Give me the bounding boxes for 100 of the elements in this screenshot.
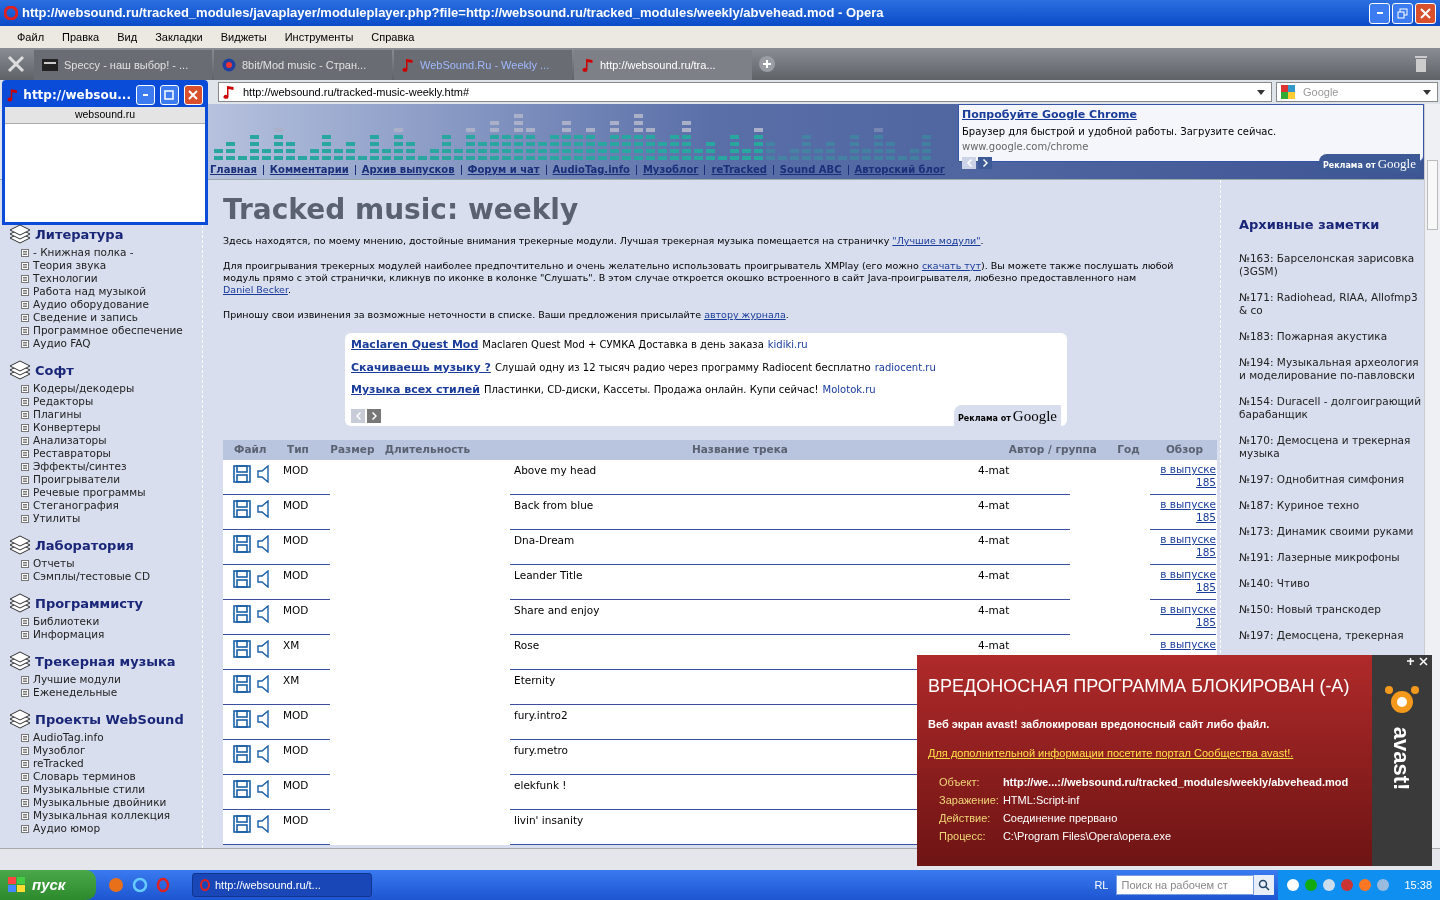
start-button[interactable]: пуск	[0, 870, 96, 900]
list-bullet-icon	[21, 300, 29, 309]
archive-link[interactable]: №150: Новый транскодер	[1239, 603, 1424, 616]
archive-link[interactable]: №170: Демосцена и трекерная музыка	[1239, 434, 1424, 460]
nav-link[interactable]: Главная	[210, 162, 257, 177]
maximize-button[interactable]	[1392, 2, 1413, 24]
section-heading[interactable]: Литература	[35, 225, 124, 245]
speaker-icon[interactable]	[257, 710, 269, 728]
previous-button[interactable]	[962, 157, 976, 170]
archive-link[interactable]: №197: Демосцена, трекерная	[1239, 629, 1424, 642]
text-link[interactable]: Daniel Becker	[223, 284, 288, 295]
speaker-icon[interactable]	[257, 500, 269, 518]
close-icon	[1420, 7, 1431, 19]
browser-tab[interactable]: 8bit/Mod music - Стран...	[214, 50, 392, 80]
tools-icon[interactable]	[6, 54, 26, 74]
minimize-button[interactable]	[1369, 2, 1390, 24]
section-heading[interactable]: Софт	[35, 361, 74, 381]
review-link[interactable]: 185	[1195, 616, 1216, 629]
maximize-button[interactable]	[159, 85, 179, 105]
section-heading[interactable]: Программисту	[35, 594, 144, 614]
table-cell-text: MOD	[283, 778, 309, 793]
trash-icon[interactable]	[1414, 55, 1428, 73]
browser-tab[interactable]: Speccy - наш выбор! - ...	[34, 50, 212, 80]
review-link[interactable]: 185	[1195, 511, 1216, 524]
section-heading[interactable]: Лаборатория	[35, 536, 134, 556]
ad-site-link[interactable]: radiocent.ru	[874, 359, 936, 375]
address-field[interactable]: http://websound.ru/tracked-music-weekly.htm#	[218, 82, 1272, 102]
text-link[interactable]: автору журнала	[704, 309, 786, 320]
ad-title-link[interactable]: Попробуйте Google Chrome	[962, 107, 1420, 124]
menu-item[interactable]: Инструменты	[275, 28, 363, 46]
nav-link[interactable]: Комментарии	[269, 162, 349, 177]
avast-brand: avast!	[1388, 726, 1416, 791]
review-link[interactable]: 185	[1195, 476, 1216, 489]
desktop-search-field[interactable]: Поиск на рабочем ст	[1116, 875, 1255, 895]
review-link[interactable]: в выпуске	[1160, 603, 1216, 616]
tray-icon[interactable]	[1286, 878, 1301, 892]
close-button[interactable]	[183, 85, 203, 105]
speaker-icon[interactable]	[257, 465, 269, 483]
browser-tab[interactable]: http://websound.ru/tra...	[574, 50, 752, 80]
menu-item[interactable]: Закладки	[146, 28, 212, 46]
close-icon[interactable]	[1419, 657, 1428, 666]
ad-site-link[interactable]: Molotok.ru	[822, 382, 876, 397]
archive-link[interactable]: №140: Чтиво	[1239, 577, 1424, 590]
ad-title-link[interactable]: Скачиваешь музыку ?	[351, 359, 491, 376]
speaker-icon[interactable]	[257, 780, 269, 798]
column-header: Год	[1116, 442, 1141, 458]
speaker-icon[interactable]	[257, 675, 269, 693]
nav-link[interactable]: Архив выпусков	[361, 162, 455, 177]
archive-link[interactable]: №163: Барселонская зарисовка (3GSM)	[1239, 252, 1424, 278]
review-link[interactable]: в выпуске	[1160, 533, 1216, 546]
menu-item[interactable]: Справка	[362, 28, 424, 46]
ad-site-link[interactable]: kidiki.ru	[767, 337, 808, 352]
speaker-icon[interactable]	[257, 535, 269, 553]
minimize-button[interactable]	[135, 85, 155, 105]
archive-link[interactable]: №183: Пожарная акустика	[1239, 330, 1424, 343]
speaker-icon[interactable]	[257, 570, 269, 588]
close-button[interactable]	[1415, 2, 1436, 24]
mini-window-title: http://websou...	[23, 87, 131, 104]
archive-link[interactable]: №171: Radiohead, RIAA, Allofmp3 & co	[1239, 291, 1424, 317]
review-link[interactable]: в выпуске	[1160, 463, 1216, 476]
taskbar-task[interactable]: http://websound.ru/t...	[192, 873, 372, 897]
windows-logo-icon	[8, 877, 26, 893]
search-button[interactable]	[1254, 875, 1275, 895]
language-indicator[interactable]: RL	[1094, 876, 1109, 894]
next-button[interactable]	[367, 408, 381, 423]
text-link[interactable]: скачать тут	[921, 260, 981, 271]
speaker-icon[interactable]	[257, 745, 269, 763]
add-tab-icon[interactable]	[758, 55, 776, 73]
section-heading[interactable]: Трекерная музыка	[35, 652, 176, 672]
ad-title-link[interactable]: Музыка всех стилей	[351, 382, 480, 399]
table-cell-text: 4-mat	[978, 568, 1010, 583]
review-link[interactable]: в выпуске	[1160, 638, 1216, 651]
archive-link[interactable]: №154: Duracell - долгоиграющий барабанщик	[1239, 395, 1424, 421]
review-link[interactable]: 185	[1195, 581, 1216, 594]
menu-item[interactable]: Виджеты	[211, 28, 276, 46]
menu-item[interactable]: Файл	[8, 28, 54, 46]
menu-item[interactable]: Правка	[53, 28, 109, 46]
archive-link[interactable]: №197: Однобитная симфония	[1239, 473, 1424, 486]
ad-title-link[interactable]: Maclaren Quest Mod	[351, 337, 479, 354]
pin-icon[interactable]	[1406, 657, 1415, 666]
archive-link[interactable]: №187: Куриное техно	[1239, 499, 1424, 512]
text-link[interactable]: "Лучшие модули"	[892, 235, 981, 246]
archive-link[interactable]: №194: Музыкальная археология и моделирование по-павловски	[1239, 356, 1424, 382]
list-bullet-icon	[21, 746, 29, 755]
speaker-icon[interactable]	[257, 640, 269, 658]
alert-link[interactable]: Для дополнительной информации посетите портал Сообщества avast!.	[928, 744, 1372, 761]
speaker-icon[interactable]	[257, 605, 269, 623]
speaker-icon[interactable]	[257, 815, 269, 833]
archive-heading: Архивные заметки	[1239, 218, 1381, 231]
chevron-left-icon	[966, 159, 972, 168]
archive-link[interactable]: №173: Динамик своими руками	[1239, 525, 1424, 538]
archive-link[interactable]: №191: Лазерные микрофоны	[1239, 551, 1424, 564]
menu-item[interactable]: Вид	[108, 28, 147, 46]
nav-link[interactable]: Форум и чат	[467, 162, 540, 177]
review-link[interactable]: в выпуске	[1160, 568, 1216, 581]
next-button[interactable]	[978, 157, 992, 170]
review-link[interactable]: 185	[1195, 546, 1216, 559]
review-link[interactable]: в выпуске	[1160, 498, 1216, 511]
list-bullet-icon	[21, 326, 29, 335]
section-heading[interactable]: Проекты WebSound	[35, 710, 184, 730]
